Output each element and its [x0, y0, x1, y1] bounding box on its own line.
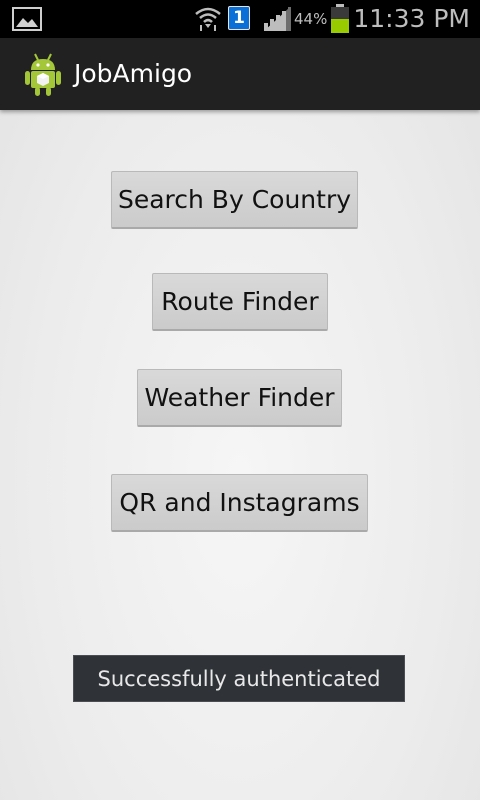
battery-percent: 44%	[294, 10, 328, 28]
action-bar: JobAmigo	[0, 38, 480, 110]
weather-finder-button[interactable]: Weather Finder	[137, 369, 342, 427]
toast-message: Successfully authenticated	[73, 655, 405, 702]
notification-badge-icon: 1	[228, 6, 250, 30]
status-bar: 1 44% 11:33 PM	[0, 0, 480, 38]
search-by-country-button[interactable]: Search By Country	[111, 171, 358, 229]
route-finder-button[interactable]: Route Finder	[152, 273, 328, 331]
notification-badge-count: 1	[233, 8, 245, 28]
wifi-icon	[195, 7, 221, 31]
app-title: JobAmigo	[74, 59, 193, 88]
android-icon[interactable]	[24, 51, 62, 97]
battery-icon	[331, 4, 349, 33]
status-time: 11:33 PM	[353, 4, 470, 33]
toast-text: Successfully authenticated	[97, 666, 381, 691]
signal-icon	[264, 7, 291, 31]
gallery-icon	[12, 7, 42, 31]
qr-and-instagrams-button[interactable]: QR and Instagrams	[111, 474, 368, 532]
